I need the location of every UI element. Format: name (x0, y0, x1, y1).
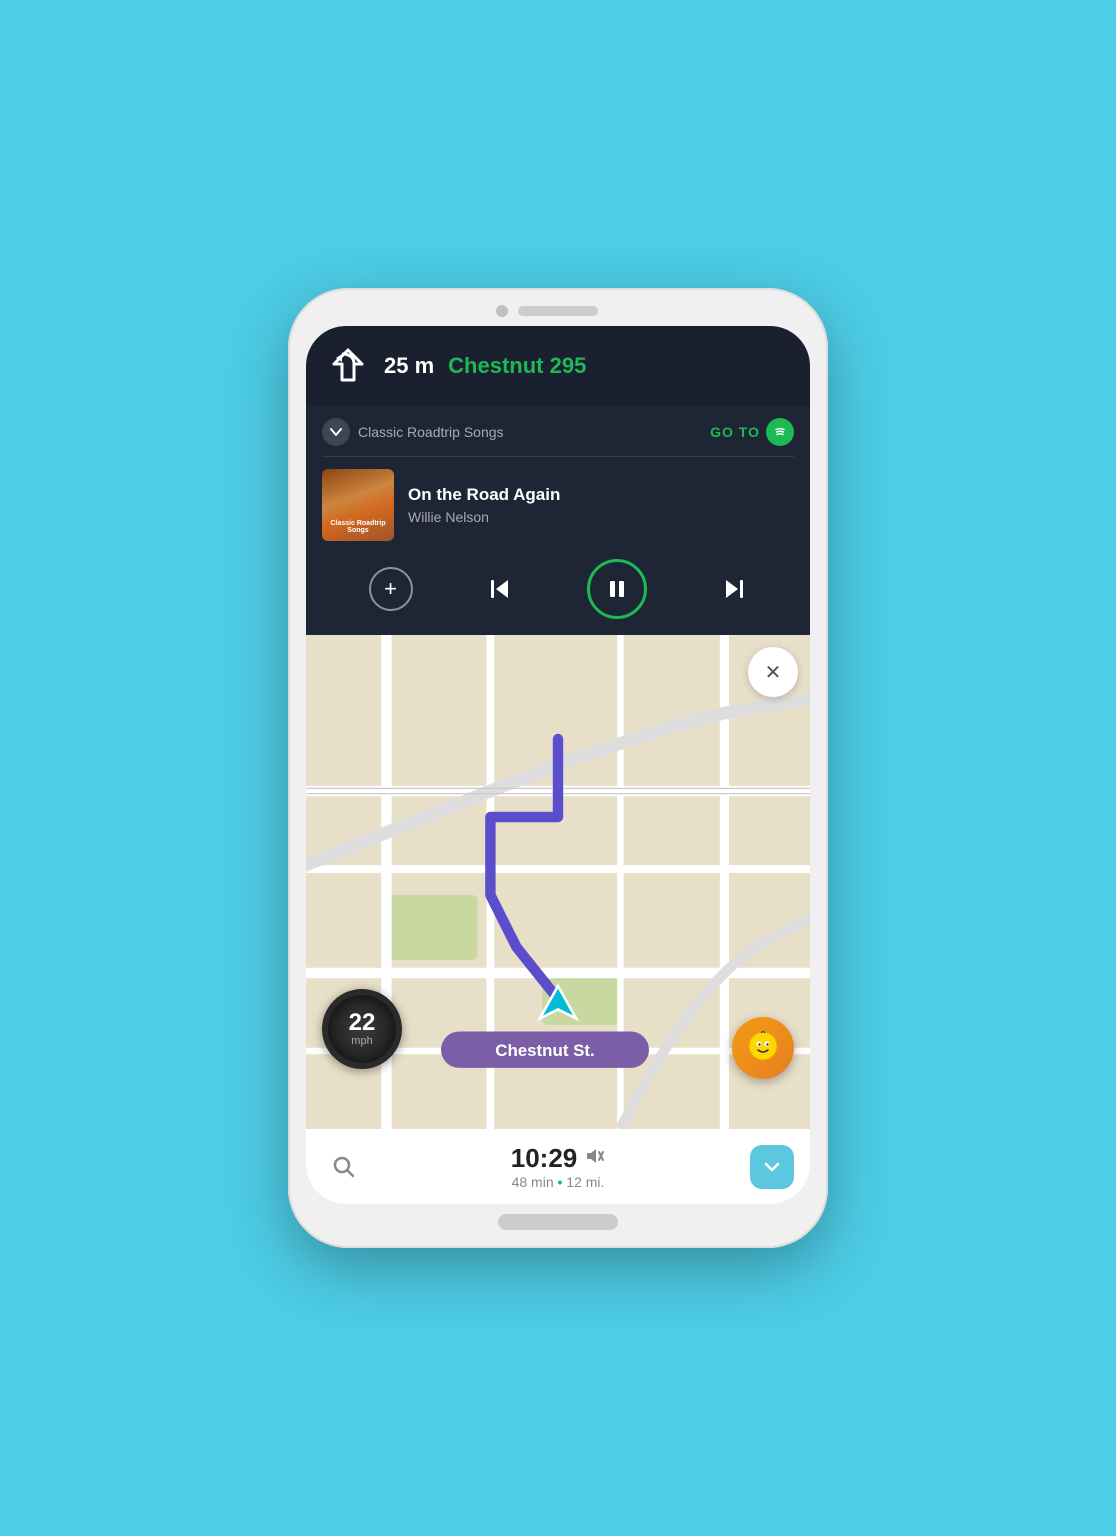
playlist-expand-button[interactable] (322, 418, 350, 446)
map-area[interactable]: Chestnut St. ✕ 22 mph (306, 635, 810, 1129)
next-track-button[interactable] (720, 575, 748, 603)
mute-icon (585, 1148, 605, 1169)
skip-next-icon (720, 575, 748, 603)
music-track-row: Classic Roadtrip Songs On the Road Again… (322, 469, 794, 541)
eta-area: 10:29 48 min • 12 mi. (511, 1143, 606, 1190)
nav-header: 25 m Chestnut 295 (306, 326, 810, 406)
pause-icon (606, 578, 628, 600)
track-name: On the Road Again (408, 485, 794, 505)
eta-separator: • (558, 1174, 563, 1190)
add-to-playlist-button[interactable]: + (369, 567, 413, 611)
track-artist: Willie Nelson (408, 509, 794, 525)
skip-prev-icon (486, 575, 514, 603)
bottom-bar: 10:29 48 min • 12 mi. (306, 1129, 810, 1204)
expand-button[interactable] (750, 1145, 794, 1189)
phone-home-button[interactable] (498, 1214, 618, 1230)
search-icon (332, 1155, 356, 1179)
eta-duration: 48 min (512, 1174, 554, 1190)
svg-text:Chestnut St.: Chestnut St. (495, 1041, 594, 1060)
turn-arrow-icon (326, 344, 370, 388)
previous-track-button[interactable] (486, 575, 514, 603)
speed-value: 22 (349, 1011, 376, 1035)
waze-report-button[interactable] (732, 1017, 794, 1079)
track-info: On the Road Again Willie Nelson (408, 485, 794, 525)
goto-spotify-button[interactable]: GO TO (710, 418, 794, 446)
chevron-down-icon (763, 1158, 781, 1176)
album-art: Classic Roadtrip Songs (322, 469, 394, 541)
music-controls: + (322, 559, 794, 619)
spotify-icon (766, 418, 794, 446)
chevron-down-icon (330, 428, 342, 436)
phone-speaker (518, 306, 598, 316)
close-icon: ✕ (765, 660, 782, 685)
search-button[interactable] (322, 1145, 366, 1189)
eta-distance: 12 mi. (566, 1174, 604, 1190)
speed-indicator: 22 mph (322, 989, 402, 1069)
eta-details: 48 min • 12 mi. (511, 1174, 606, 1190)
phone-frame: 25 m Chestnut 295 Classic Roadtrip Songs… (288, 288, 828, 1248)
album-title: Classic Roadtrip Songs (328, 520, 388, 535)
pause-button[interactable] (587, 559, 647, 619)
phone-screen: 25 m Chestnut 295 Classic Roadtrip Songs… (306, 326, 810, 1204)
goto-label: GO TO (710, 424, 760, 440)
speed-unit: mph (351, 1035, 372, 1047)
music-source-row: Classic Roadtrip Songs GO TO (322, 418, 794, 457)
music-panel: Classic Roadtrip Songs GO TO (306, 406, 810, 635)
close-button[interactable]: ✕ (748, 647, 798, 697)
nav-street: Chestnut 295 (448, 353, 586, 379)
nav-distance: 25 m (384, 353, 434, 379)
eta-time: 10:29 (511, 1143, 578, 1174)
waze-mascot-icon (743, 1028, 783, 1068)
playlist-name: Classic Roadtrip Songs (358, 424, 504, 440)
